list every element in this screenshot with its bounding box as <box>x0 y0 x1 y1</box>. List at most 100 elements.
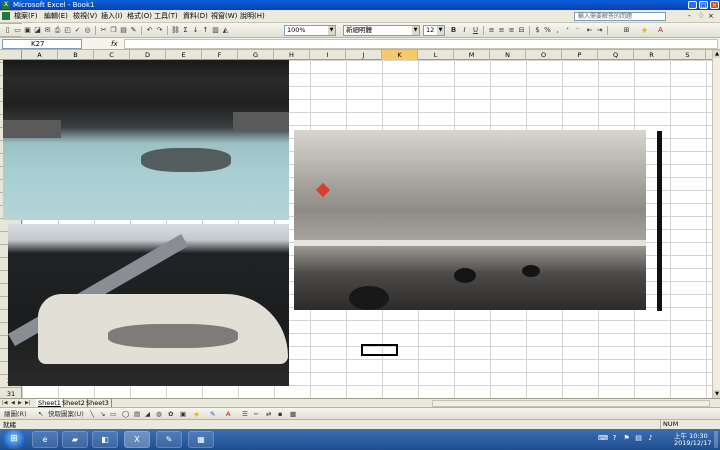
oval-icon[interactable]: ◯ <box>122 410 129 418</box>
line-icon[interactable]: ╲ <box>90 410 94 418</box>
column-header-g[interactable]: G <box>238 50 274 60</box>
3d-icon[interactable]: ▩ <box>290 410 296 418</box>
volume-icon[interactable]: ♪ <box>646 434 655 443</box>
show-desktop-button[interactable] <box>714 431 718 448</box>
line-style-icon[interactable]: ☰ <box>242 410 248 418</box>
copy-icon[interactable]: ❐ <box>109 26 118 35</box>
chevron-down-icon[interactable]: ▼ <box>328 26 335 35</box>
hyperlink-icon[interactable]: ⛓ <box>171 26 180 35</box>
print-icon[interactable]: ⎙ <box>53 26 62 35</box>
autoshapes-menu[interactable]: 快取圖案(U) <box>48 410 84 418</box>
increase-indent-icon[interactable]: ⇥ <box>595 26 604 35</box>
column-header-e[interactable]: E <box>166 50 202 60</box>
chevron-down-icon[interactable]: ▼ <box>437 26 444 35</box>
fx-icon[interactable]: fx <box>111 39 118 49</box>
doc-minimize-button[interactable]: - <box>688 12 691 21</box>
column-header-r[interactable]: R <box>634 50 670 60</box>
help-tray-icon[interactable]: ? <box>610 434 619 443</box>
column-header-a[interactable]: A <box>22 50 58 60</box>
cut-icon[interactable]: ✂ <box>99 26 108 35</box>
column-header-j[interactable]: J <box>346 50 382 60</box>
close-button[interactable]: × <box>710 1 719 9</box>
print-preview-icon[interactable]: ◰ <box>63 26 72 35</box>
menu-format[interactable]: 格式(O) <box>127 12 152 21</box>
format-painter-icon[interactable]: ✎ <box>129 26 138 35</box>
row-header[interactable] <box>0 24 22 37</box>
column-header-b[interactable]: B <box>58 50 94 60</box>
column-header-i[interactable]: I <box>310 50 346 60</box>
network-icon[interactable]: ▤ <box>634 434 643 443</box>
inserted-photo-3[interactable] <box>294 130 646 310</box>
font-select[interactable]: 新細明體 ▼ <box>343 25 420 36</box>
align-center-icon[interactable]: ≡ <box>497 26 506 35</box>
start-button[interactable]: ⊞ <box>2 430 26 449</box>
column-header-q[interactable]: Q <box>598 50 634 60</box>
explorer-taskbar-icon[interactable]: ▰ <box>62 431 88 448</box>
column-header-s[interactable]: S <box>670 50 706 60</box>
chart-wizard-icon[interactable]: ▥ <box>211 26 220 35</box>
clipart-icon[interactable]: ✿ <box>168 410 173 418</box>
clock-date[interactable]: 2019/12/17 <box>674 439 711 447</box>
inserted-photo-1[interactable] <box>3 60 289 220</box>
menu-view[interactable]: 檢視(V) <box>73 12 97 21</box>
font-size-select[interactable]: 12 ▼ <box>423 25 445 36</box>
column-header-k[interactable]: K <box>382 50 418 60</box>
menu-insert[interactable]: 插入(I) <box>101 12 123 21</box>
horizontal-scrollbar[interactable] <box>432 400 710 407</box>
dash-style-icon[interactable]: ┅ <box>254 410 258 418</box>
zoom-select[interactable]: 100% ▼ <box>284 25 336 36</box>
undo-icon[interactable]: ↶ <box>145 26 154 35</box>
wordart-icon[interactable]: ◢ <box>145 410 150 418</box>
row-header[interactable] <box>0 37 22 50</box>
drawing-icon[interactable]: ◭ <box>221 26 230 35</box>
doc-restore-button[interactable]: ♢ <box>698 12 704 21</box>
arrow-icon[interactable]: ↘ <box>100 410 105 418</box>
minimize-button[interactable]: _ <box>688 1 697 9</box>
row-header[interactable] <box>0 0 22 11</box>
menu-help[interactable]: 說明(H) <box>240 12 265 21</box>
column-header-m[interactable]: M <box>454 50 490 60</box>
draw-menu[interactable]: 繪圖(R) <box>4 410 27 418</box>
sheet-tab-3[interactable]: Sheet3 <box>84 399 112 407</box>
sort-asc-icon[interactable]: ↓ <box>191 26 200 35</box>
tool-taskbar-icon[interactable]: ✎ <box>156 431 182 448</box>
menu-window[interactable]: 視窗(W) <box>211 12 237 21</box>
column-header-c[interactable]: C <box>94 50 130 60</box>
arrow-style-icon[interactable]: ⇄ <box>266 410 271 418</box>
keyboard-icon[interactable]: ⌨ <box>598 434 608 443</box>
column-header-h[interactable]: H <box>274 50 310 60</box>
select-objects-icon[interactable]: ↖ <box>38 410 43 418</box>
font-color-icon[interactable]: A <box>226 410 230 418</box>
vertical-scrollbar[interactable]: ▲ ▼ <box>712 50 720 398</box>
sort-desc-icon[interactable]: ↑ <box>201 26 210 35</box>
maximize-button[interactable]: □ <box>699 1 708 9</box>
align-left-icon[interactable]: ≡ <box>487 26 496 35</box>
doc-close-button[interactable]: × <box>708 12 714 21</box>
email-icon[interactable]: ✉ <box>43 26 52 35</box>
line-color-icon[interactable]: ✎ <box>210 410 215 418</box>
comma-button[interactable]: , <box>553 26 562 35</box>
merge-center-icon[interactable]: ⊟ <box>517 26 526 35</box>
currency-button[interactable]: $ <box>533 26 542 35</box>
picture-icon[interactable]: ▣ <box>180 410 186 418</box>
redo-icon[interactable]: ↷ <box>155 26 164 35</box>
bold-button[interactable]: B <box>449 26 458 35</box>
save-icon[interactable]: ▣ <box>23 26 32 35</box>
diagram-icon[interactable]: ◍ <box>156 410 162 418</box>
fill-color-icon[interactable]: ◈ <box>640 26 649 35</box>
percent-button[interactable]: % <box>543 26 552 35</box>
excel-taskbar-icon[interactable]: X <box>124 431 150 448</box>
inserted-photo-2[interactable] <box>8 224 289 386</box>
autosum-icon[interactable]: Σ <box>181 26 190 35</box>
scroll-up-icon[interactable]: ▲ <box>713 50 720 58</box>
column-header-o[interactable]: O <box>526 50 562 60</box>
column-header-f[interactable]: F <box>202 50 238 60</box>
borders-icon[interactable]: ⊞ <box>622 26 631 35</box>
row-header[interactable] <box>0 11 22 24</box>
align-right-icon[interactable]: ≡ <box>507 26 516 35</box>
font-color-icon[interactable]: A <box>656 26 665 35</box>
flag-icon[interactable]: ⚑ <box>622 434 631 443</box>
inserted-shape-bar[interactable] <box>657 131 662 311</box>
italic-button[interactable]: I <box>460 26 469 35</box>
underline-button[interactable]: U <box>471 26 480 35</box>
